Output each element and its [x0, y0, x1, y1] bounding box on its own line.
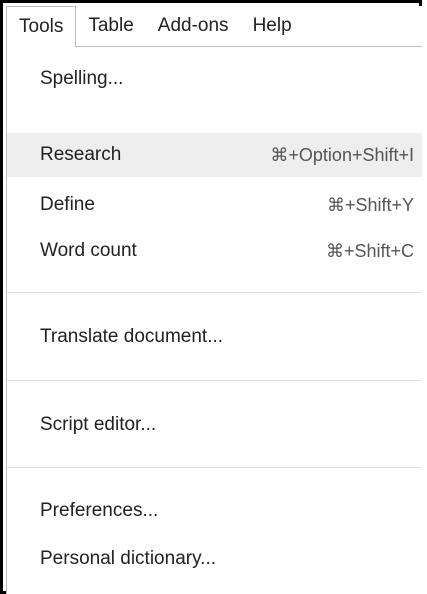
menu-item-translate-document[interactable]: Translate document...: [7, 315, 422, 359]
menu-item-spelling[interactable]: Spelling...: [7, 57, 422, 101]
menu-item-define[interactable]: Define ⌘+Shift+Y: [7, 183, 422, 227]
menubar-add-ons[interactable]: Add-ons: [146, 6, 241, 46]
menu-item-personal-dictionary[interactable]: Personal dictionary...: [7, 537, 422, 581]
menu-item-personal-dictionary-label: Personal dictionary...: [40, 548, 217, 569]
menu-item-define-label: Define: [40, 194, 95, 215]
menu-item-translate-document-label: Translate document...: [40, 326, 224, 347]
menu-item-script-editor-label: Script editor...: [40, 414, 157, 435]
menu-separator: [7, 292, 422, 293]
menubar-tools[interactable]: Tools: [6, 6, 77, 47]
menu-separator: [7, 467, 422, 468]
menu-item-spelling-label: Spelling...: [40, 68, 124, 89]
menu-item-word-count-shortcut: ⌘+Shift+C: [325, 240, 414, 261]
menu-item-word-count[interactable]: Word count ⌘+Shift+C: [7, 229, 422, 273]
menubar-table-label: Table: [88, 15, 134, 36]
menu-item-research-shortcut: ⌘+Option+Shift+I: [270, 144, 414, 165]
tools-dropdown-menu: Spelling... Research ⌘+Option+Shift+I De…: [6, 46, 422, 594]
menu-item-preferences-label: Preferences...: [40, 500, 159, 521]
menu-item-define-shortcut: ⌘+Shift+Y: [326, 194, 414, 215]
menu-item-preferences[interactable]: Preferences...: [7, 489, 422, 533]
menu-bar: Tools Table Add-ons Help: [6, 6, 422, 47]
menu-item-word-count-label: Word count: [40, 240, 137, 261]
app-frame: Tools Table Add-ons Help Spelling... Res…: [0, 0, 422, 594]
menubar-add-ons-label: Add-ons: [157, 15, 229, 36]
menu-item-research[interactable]: Research ⌘+Option+Shift+I: [7, 133, 422, 177]
menubar-tools-label: Tools: [19, 16, 64, 37]
menu-separator: [7, 380, 422, 381]
menu-item-research-label: Research: [40, 144, 122, 165]
menu-item-script-editor[interactable]: Script editor...: [7, 403, 422, 447]
menubar-help[interactable]: Help: [241, 6, 304, 46]
menubar-help-label: Help: [252, 15, 292, 36]
menubar-table[interactable]: Table: [76, 6, 145, 46]
